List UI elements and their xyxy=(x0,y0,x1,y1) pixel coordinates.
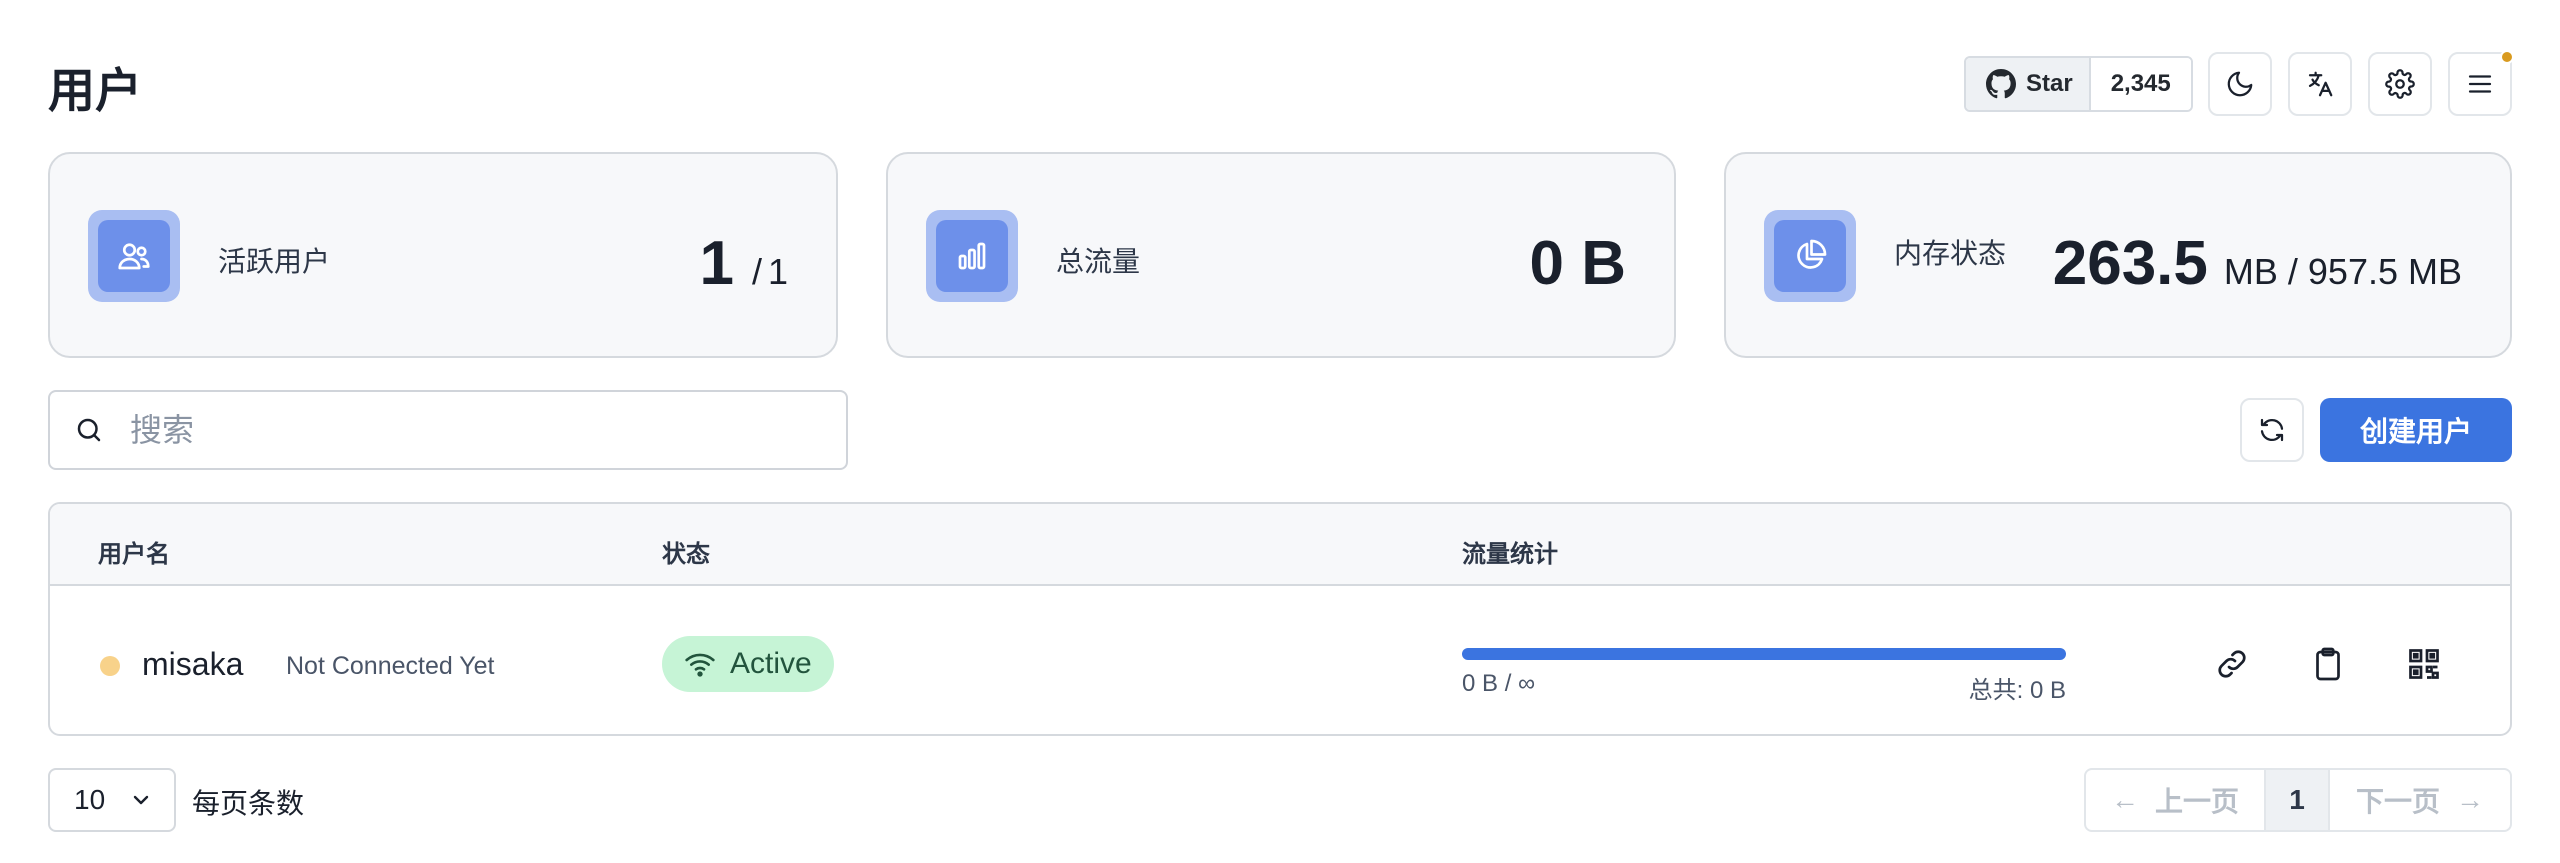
per-page-value: 10 xyxy=(74,784,106,815)
search-box[interactable] xyxy=(48,390,848,470)
language-button[interactable] xyxy=(2288,52,2352,116)
current-page[interactable]: 1 xyxy=(2266,770,2330,830)
arrow-left-icon: ← xyxy=(2110,784,2139,815)
menu-icon xyxy=(2468,75,2492,93)
page-title: 用户 xyxy=(48,64,142,117)
qr-code-icon xyxy=(2409,649,2439,679)
table-row[interactable]: misaka Not Connected Yet Active 0 B / ∞ … xyxy=(50,586,2510,734)
stat-value: 0 B xyxy=(1529,229,1626,298)
github-star[interactable]: Star xyxy=(1966,58,2091,110)
github-star-label: Star xyxy=(2026,70,2073,97)
stat-separator: / xyxy=(751,251,762,292)
create-user-button[interactable]: 创建用户 xyxy=(2320,398,2512,462)
prev-page-button[interactable]: ← 上一页 xyxy=(2086,770,2266,830)
copy-config-button[interactable] xyxy=(2300,636,2356,692)
stat-icon-wrap xyxy=(926,210,1018,302)
users-icon xyxy=(118,243,150,270)
search-input[interactable] xyxy=(130,411,810,449)
refresh-icon xyxy=(2260,418,2284,442)
copy-link-button[interactable] xyxy=(2204,636,2260,692)
stat-icon-inner xyxy=(1774,220,1846,292)
next-page-button[interactable]: 下一页 → xyxy=(2330,770,2510,830)
next-page-label: 下一页 xyxy=(2355,786,2440,817)
stat-subvalue: MB / 957.5 MB xyxy=(2223,251,2462,292)
github-icon xyxy=(1986,69,2016,99)
refresh-button[interactable] xyxy=(2240,398,2304,462)
per-page-label: 每页条数 xyxy=(192,788,305,819)
bar-chart-icon xyxy=(958,242,986,270)
stat-icon-wrap xyxy=(1764,210,1856,302)
per-page-select[interactable]: 10 xyxy=(48,768,176,832)
stat-card-total-traffic: 总流量 0 B xyxy=(886,152,1676,358)
chevron-down-icon xyxy=(133,795,149,805)
translate-icon xyxy=(2308,71,2333,97)
stat-value-wrap: 0 B xyxy=(1530,228,1626,299)
gear-icon xyxy=(2385,69,2415,99)
stat-value: 263.5 xyxy=(2052,229,2208,298)
stat-value-wrap: 1 / 1 xyxy=(699,228,788,299)
traffic-progress-bar xyxy=(1462,648,2066,660)
github-star-button[interactable]: Star 2,345 xyxy=(1964,56,2193,112)
settings-button[interactable] xyxy=(2368,52,2432,116)
clipboard-icon xyxy=(2316,647,2340,681)
theme-toggle-button[interactable] xyxy=(2208,52,2272,116)
stat-value: 1 xyxy=(699,229,734,298)
users-table: 用户名 状态 流量统计 misaka Not Connected Yet Act… xyxy=(48,502,2512,736)
connection-status: Not Connected Yet xyxy=(286,652,495,680)
stat-label: 活跃用户 xyxy=(218,246,331,277)
stat-icon-inner xyxy=(98,220,170,292)
column-header-username[interactable]: 用户名 xyxy=(98,534,170,569)
column-header-traffic[interactable]: 流量统计 xyxy=(1462,534,1558,569)
prev-page-label: 上一页 xyxy=(2154,786,2239,817)
qr-code-button[interactable] xyxy=(2396,636,2452,692)
menu-button[interactable] xyxy=(2448,50,2514,116)
notification-dot xyxy=(2500,50,2514,64)
stat-label: 内存状态 xyxy=(1894,238,2007,269)
stat-label: 总流量 xyxy=(1056,246,1141,277)
traffic-total: 总共: 0 B xyxy=(1968,677,2066,704)
status-badge: Active xyxy=(662,636,834,692)
users-page: 用户 Star 2,345 活跃用户 1 / 1 总流量 0 B 内存状态 26… xyxy=(0,0,2560,863)
search-icon xyxy=(77,418,101,442)
stat-icon-inner xyxy=(936,220,1008,292)
stat-card-active-users: 活跃用户 1 / 1 xyxy=(48,152,838,358)
status-badge-label: Active xyxy=(730,647,812,680)
wifi-icon xyxy=(685,653,715,677)
traffic-used: 0 B / ∞ xyxy=(1462,670,1536,697)
column-header-status[interactable]: 状态 xyxy=(662,534,710,569)
pie-chart-icon xyxy=(1797,239,1827,269)
stat-icon-wrap xyxy=(88,210,180,302)
stat-value-wrap: 263.5 MB / 957.5 MB xyxy=(2053,228,2462,299)
moon-icon xyxy=(2227,71,2253,97)
stat-subvalue: 1 xyxy=(767,251,788,292)
username: misaka xyxy=(142,646,244,682)
stat-card-memory: 内存状态 263.5 MB / 957.5 MB xyxy=(1724,152,2512,358)
arrow-right-icon: → xyxy=(2456,784,2484,815)
github-star-count[interactable]: 2,345 xyxy=(2090,58,2191,110)
connection-status-dot xyxy=(100,656,120,676)
link-icon xyxy=(2218,650,2246,678)
table-header: 用户名 状态 流量统计 xyxy=(50,504,2510,586)
pagination: ← 上一页 1 下一页 → xyxy=(2084,768,2512,832)
